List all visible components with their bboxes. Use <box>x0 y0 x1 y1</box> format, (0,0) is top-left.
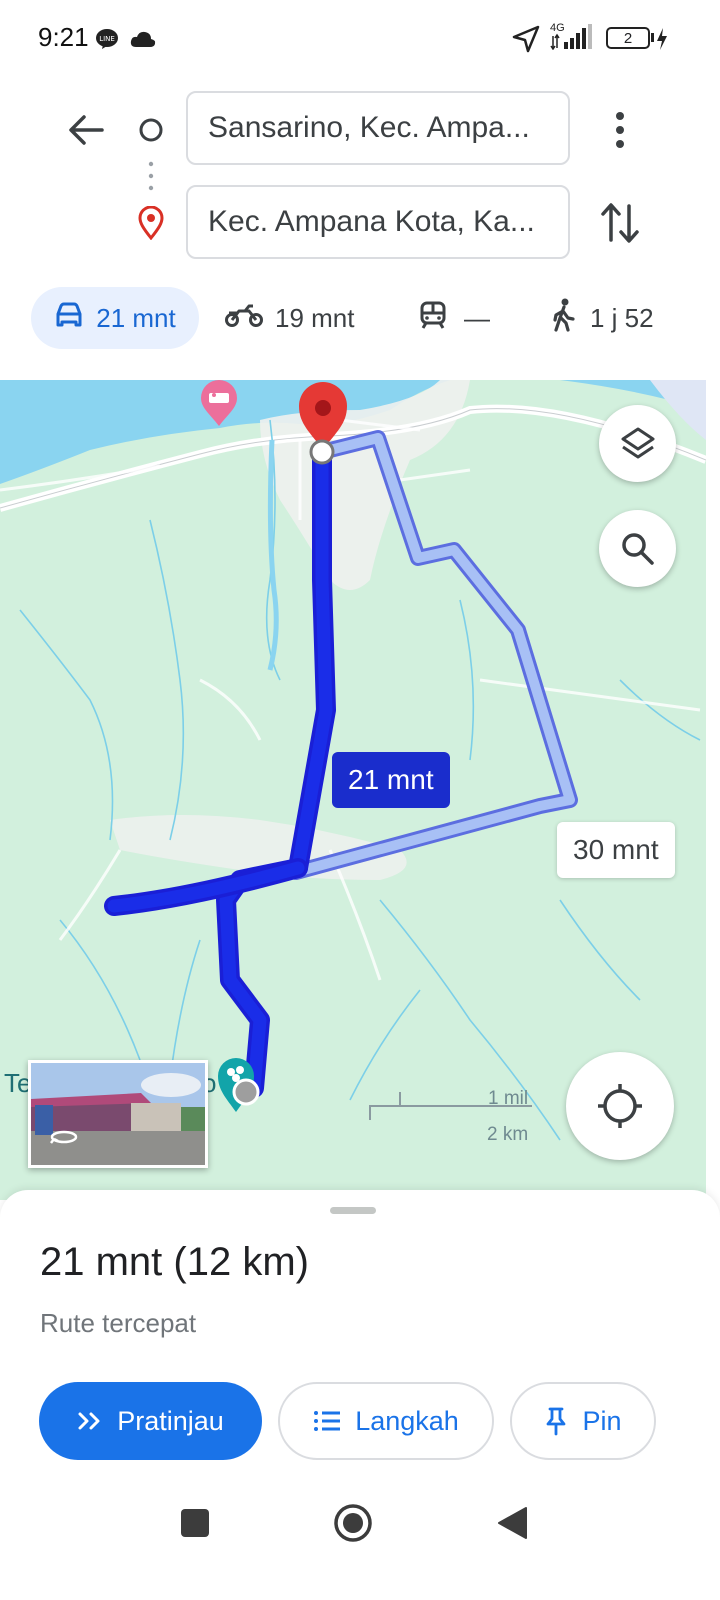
sheet-drag-handle[interactable] <box>330 1207 376 1214</box>
cloud-icon <box>130 30 156 53</box>
battery-tip <box>651 33 654 42</box>
layers-button[interactable] <box>599 405 676 482</box>
back-triangle-icon <box>498 1507 527 1539</box>
route-bottom-sheet[interactable]: 21 mnt (12 km) Rute tercepat Pratinjau L… <box>0 1190 720 1500</box>
my-location-button[interactable] <box>566 1052 674 1160</box>
signal-icon: 4G <box>550 22 596 55</box>
pin-button[interactable]: Pin <box>510 1382 656 1460</box>
home-circle-icon <box>334 1504 372 1542</box>
origin-field[interactable]: Sansarino, Kec. Ampa... <box>186 91 570 165</box>
preview-button[interactable]: Pratinjau <box>39 1382 262 1460</box>
car-icon <box>54 302 84 335</box>
origin-circle-icon <box>138 117 164 148</box>
walk-icon <box>550 298 578 339</box>
swap-icon[interactable] <box>599 200 641 251</box>
mode-motorcycle-label: 19 mnt <box>275 302 355 333</box>
back-arrow-icon[interactable] <box>66 110 106 155</box>
street-view-thumbnail[interactable] <box>28 1060 208 1168</box>
system-nav-bar <box>0 1500 720 1600</box>
mode-walk-tab[interactable]: 1 j 52 <box>550 287 654 349</box>
map-view[interactable]: Te o 21 mnt 30 mnt 1 mil 2 km <box>0 380 706 1200</box>
steps-label: Langkah <box>355 1405 459 1436</box>
mode-walk-label: 1 j 52 <box>590 302 654 333</box>
destination-marker-icon[interactable] <box>296 380 350 475</box>
transit-icon <box>420 301 446 336</box>
pin-label: Pin <box>582 1405 622 1436</box>
network-type: 4G <box>550 22 565 34</box>
square-icon <box>181 1509 209 1537</box>
steps-button[interactable]: Langkah <box>278 1382 494 1460</box>
battery-icon: 2 <box>606 27 650 49</box>
line-icon: LINE <box>95 28 119 55</box>
mode-transit-label: — <box>464 302 490 333</box>
svg-text:LINE: LINE <box>99 35 115 43</box>
location-arrow-icon <box>512 25 540 58</box>
pin-icon <box>547 1407 566 1436</box>
origin-marker-icon <box>231 1077 261 1112</box>
list-icon <box>314 1411 341 1431</box>
route-summary-subtitle: Rute tercepat <box>40 1308 197 1338</box>
my-location-icon <box>598 1084 642 1128</box>
mode-motorcycle-tab[interactable]: 19 mnt <box>225 287 355 349</box>
charging-icon <box>656 28 668 55</box>
primary-route-label[interactable]: 21 mnt <box>332 752 450 808</box>
hotel-poi-icon[interactable] <box>198 380 240 433</box>
double-chevron-icon <box>78 1412 100 1430</box>
mode-car-label: 21 mnt <box>96 302 176 333</box>
more-vertical-icon[interactable] <box>606 108 634 157</box>
scale-miles: 1 mil <box>488 1088 529 1109</box>
destination-field[interactable]: Kec. Ampana Kota, Ka... <box>186 185 570 259</box>
mode-car-tab[interactable]: 21 mnt <box>31 287 199 349</box>
home-button[interactable] <box>333 1503 373 1548</box>
search-along-route-button[interactable] <box>599 510 676 587</box>
preview-label: Pratinjau <box>117 1405 224 1436</box>
scale-km: 2 km <box>487 1124 529 1145</box>
status-bar: 9:21 LINE 4G 2 <box>0 0 720 76</box>
route-summary-title: 21 mnt (12 km) <box>40 1240 309 1284</box>
destination-pin-icon <box>137 205 165 245</box>
route-dots-icon <box>147 160 155 199</box>
status-time: 9:21 <box>38 22 89 52</box>
street-view-rotate-icon <box>49 1129 79 1150</box>
battery-level: 2 <box>623 29 633 47</box>
alternate-route-label[interactable]: 30 mnt <box>557 822 675 878</box>
motorcycle-icon <box>225 303 263 334</box>
mode-transit-tab[interactable]: — <box>420 287 490 349</box>
layers-icon <box>621 427 654 458</box>
recents-button[interactable] <box>180 1508 210 1543</box>
back-button[interactable] <box>496 1506 528 1545</box>
search-icon <box>621 532 654 565</box>
